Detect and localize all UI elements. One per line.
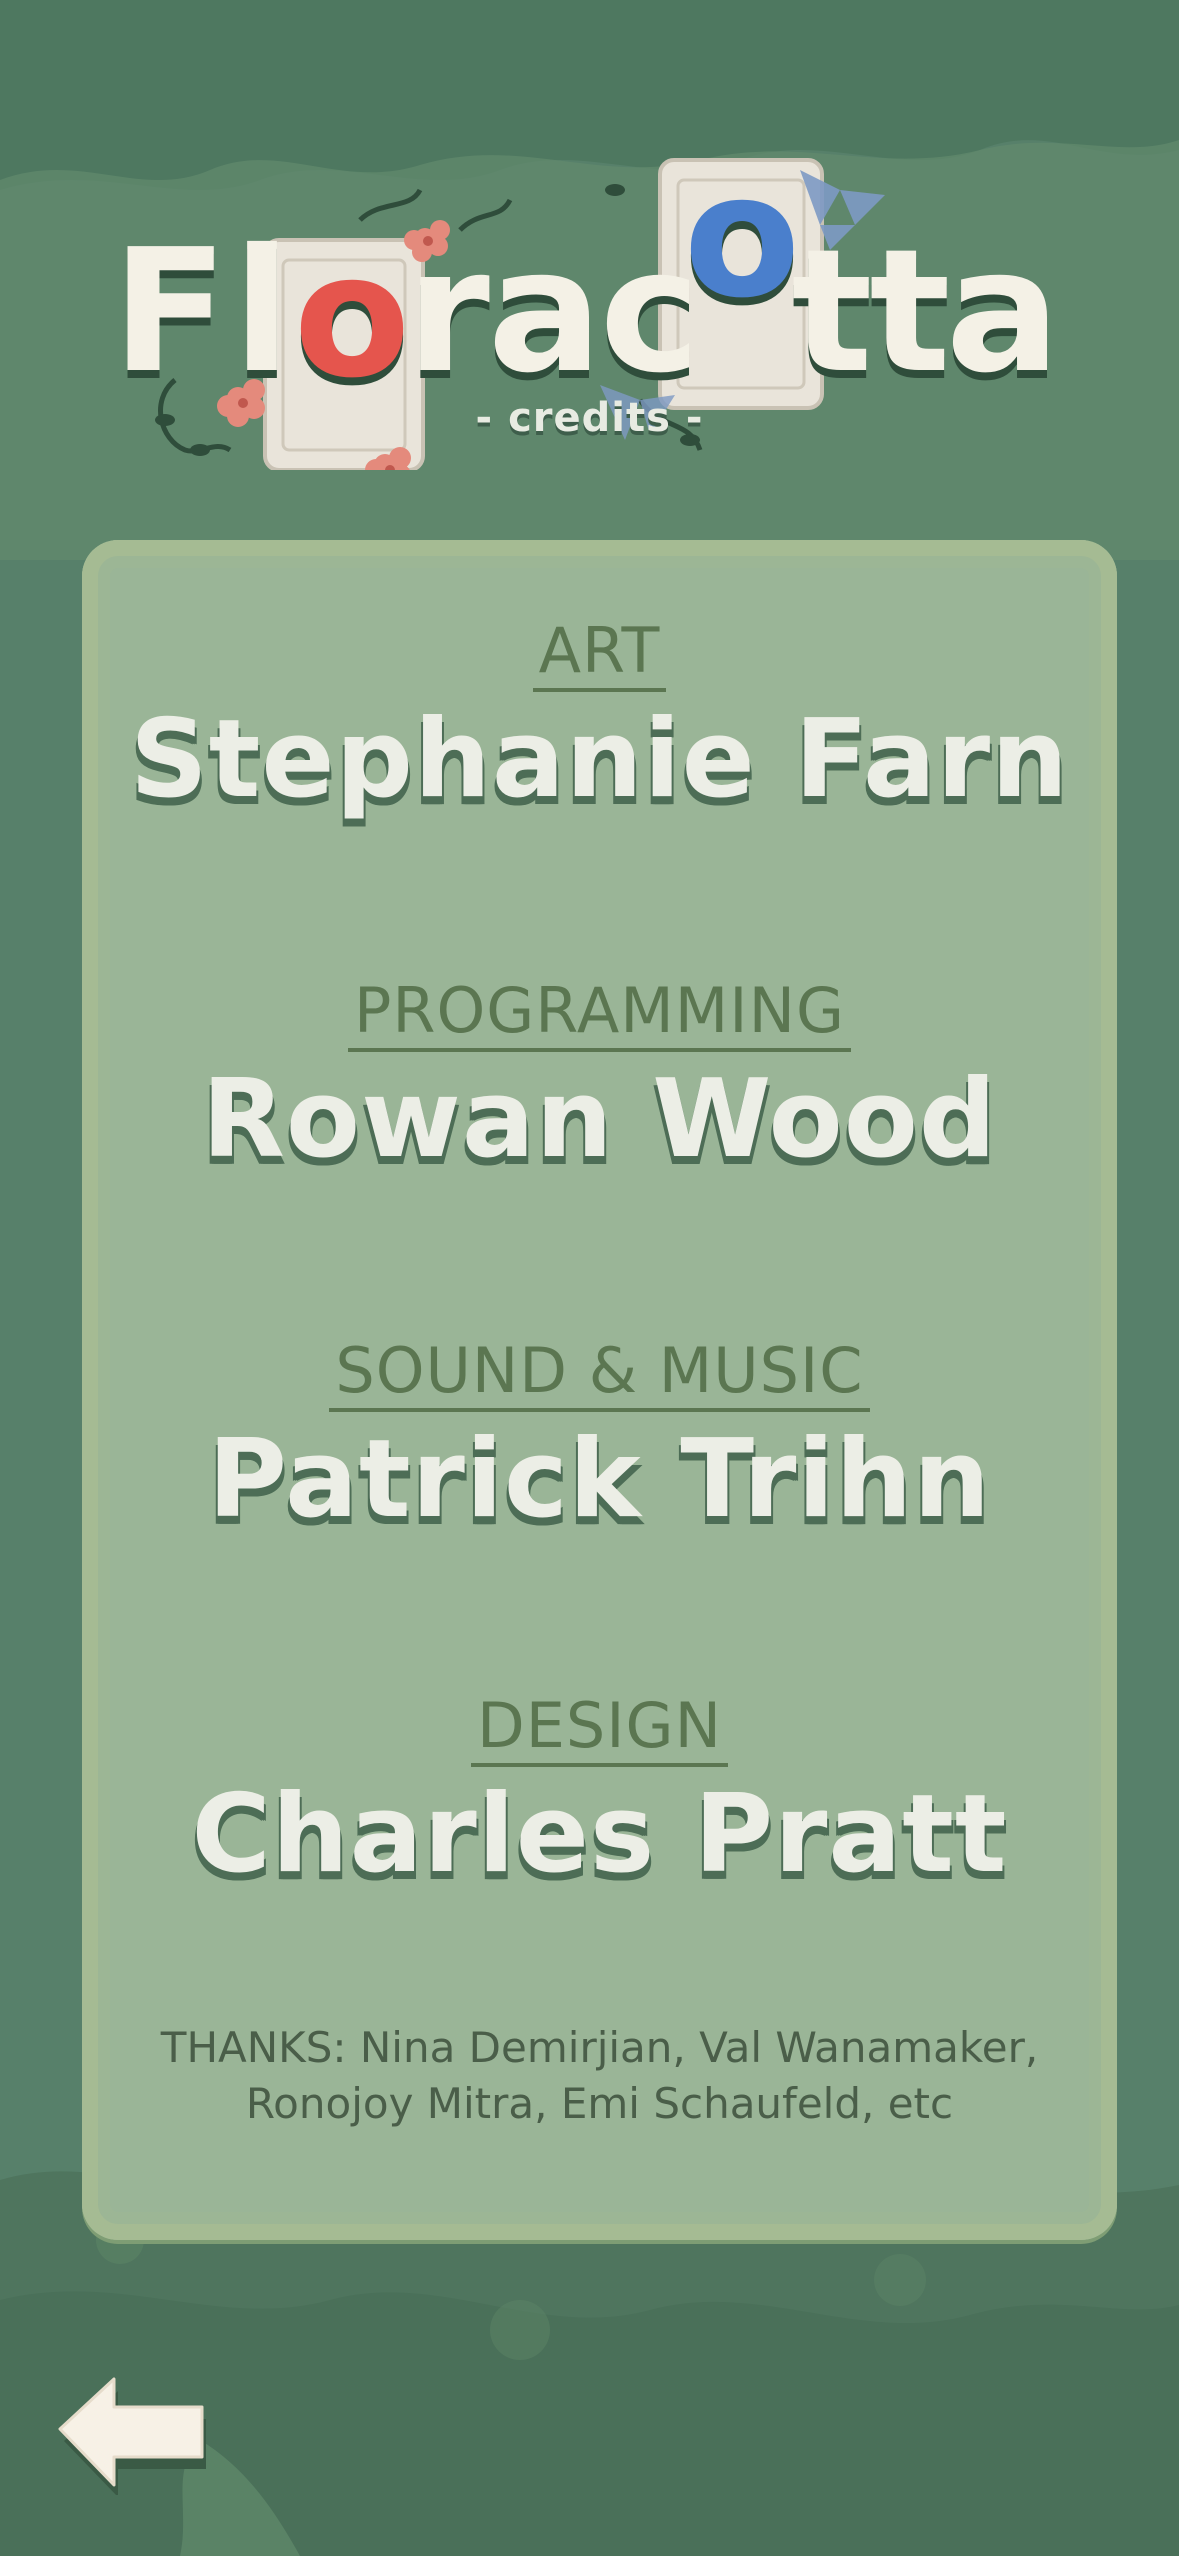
back-arrow-icon <box>58 2377 206 2497</box>
role-label: ART <box>532 620 667 692</box>
credits-subtitle: - credits - <box>475 395 704 441</box>
role-label: SOUND & MUSIC <box>329 1340 870 1412</box>
title-letter-a: a <box>488 213 603 411</box>
credit-sound-music: SOUND & MUSIC Patrick Trihn <box>82 1340 1117 1534</box>
role-label: DESIGN <box>471 1695 728 1767</box>
credit-design: DESIGN Charles Pratt <box>82 1695 1117 1889</box>
back-button[interactable] <box>52 2365 212 2497</box>
thanks-line-1: THANKS: Nina Demirjian, Val Wanamaker, <box>160 2023 1039 2072</box>
title-letter-t2: t <box>869 213 950 411</box>
person-name: Rowan Wood <box>201 1057 998 1182</box>
thanks-line-2: Ronojoy Mitra, Emi Schaufeld, etc <box>245 2079 954 2128</box>
title-letter-o-red: o <box>294 218 411 416</box>
credits-panel: ART Stephanie Farn PROGRAMMING Rowan Woo… <box>82 540 1117 2240</box>
role-label: PROGRAMMING <box>348 980 851 1052</box>
title-letter-t: t <box>791 213 872 411</box>
game-title: F l o r a c o t t a F l o r a c o t t a … <box>0 150 1179 470</box>
person-name: Charles Pratt <box>191 1772 1008 1897</box>
title-letter-a2: a <box>946 213 1061 411</box>
person-name: Stephanie Farn <box>130 697 1069 822</box>
thanks-text: THANKS: Nina Demirjian, Val Wanamaker, R… <box>82 2020 1117 2132</box>
credit-programming: PROGRAMMING Rowan Wood <box>82 980 1117 1174</box>
title-letter-r: r <box>406 213 490 411</box>
person-name: Patrick Trihn <box>207 1417 992 1542</box>
title-letter-f: F <box>112 213 228 411</box>
title-letter-o-blue: o <box>684 150 801 336</box>
credit-art: ART Stephanie Farn <box>82 620 1117 814</box>
title-letter-l: l <box>233 213 291 411</box>
